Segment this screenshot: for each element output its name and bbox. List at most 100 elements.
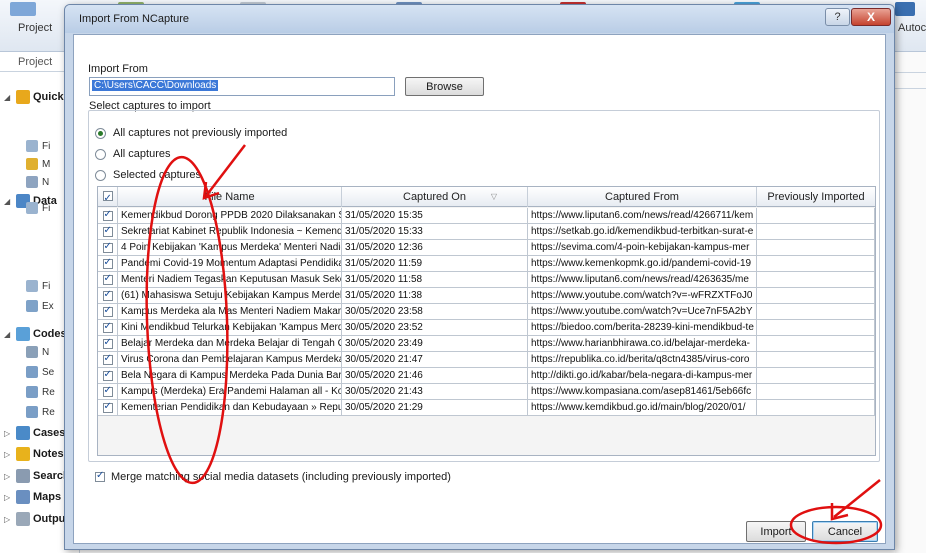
row-checkbox[interactable]	[102, 353, 113, 365]
nav-subitem[interactable]: N	[26, 174, 49, 190]
nav-item-6[interactable]: ▷ Maps	[4, 488, 61, 506]
table-row[interactable]: Pandemi Covid-19 Momentum Adaptasi Pendi…	[98, 256, 875, 272]
table-row[interactable]: Sekretariat Kabinet Republik Indonesia ~…	[98, 224, 875, 240]
row-checkbox-cell[interactable]	[98, 272, 118, 288]
row-checkbox-cell[interactable]	[98, 400, 118, 416]
import-button[interactable]: Import	[746, 521, 806, 542]
merge-checkbox[interactable]	[95, 470, 105, 482]
collapsed-icon[interactable]: ▷	[4, 493, 13, 502]
table-row[interactable]: 4 Poin Kebijakan 'Kampus Merdeka' Menter…	[98, 240, 875, 256]
nav-subitem[interactable]: Re	[26, 404, 55, 420]
table-row[interactable]: Kini Mendikbud Telurkan Kebijakan 'Kampu…	[98, 320, 875, 336]
nav-subitem-label: M	[42, 158, 51, 170]
table-row[interactable]: Kampus Merdeka ala Mas Menteri Nadiem Ma…	[98, 304, 875, 320]
table-row[interactable]: Bela Negara di Kampus Merdeka Pada Dunia…	[98, 368, 875, 384]
merge-datasets-option[interactable]: Merge matching social media datasets (in…	[95, 470, 451, 483]
row-checkbox-cell[interactable]	[98, 352, 118, 368]
folder-icon	[16, 447, 30, 461]
help-button[interactable]: ?	[825, 8, 850, 26]
cell-prev	[757, 384, 875, 400]
collapsed-icon[interactable]: ▷	[4, 429, 13, 438]
radio-button[interactable]	[95, 127, 106, 139]
expanded-icon[interactable]: ◢	[4, 330, 13, 339]
row-checkbox[interactable]	[102, 321, 113, 333]
radio-not-previously-imported[interactable]: All captures not previously imported	[95, 127, 287, 139]
collapsed-icon[interactable]: ▷	[4, 515, 13, 524]
row-checkbox-cell[interactable]	[98, 320, 118, 336]
row-checkbox[interactable]	[102, 369, 113, 381]
row-checkbox[interactable]	[102, 305, 113, 317]
table-row[interactable]: Kampus (Merdeka) Era Pandemi Halaman all…	[98, 384, 875, 400]
row-checkbox-cell[interactable]	[98, 240, 118, 256]
close-button[interactable]: X	[851, 8, 891, 26]
table-row[interactable]: Virus Corona dan Pembelajaran Kampus Mer…	[98, 352, 875, 368]
row-checkbox-cell[interactable]	[98, 288, 118, 304]
dialog-titlebar[interactable]: Import From NCapture ? X	[65, 5, 894, 33]
row-checkbox[interactable]	[102, 401, 113, 413]
radio-all-captures[interactable]: All captures	[95, 148, 170, 160]
collapsed-icon[interactable]: ▷	[4, 450, 13, 459]
row-checkbox-cell[interactable]	[98, 368, 118, 384]
tab-project[interactable]: Project	[18, 22, 52, 34]
radio-button[interactable]	[95, 148, 106, 160]
row-checkbox[interactable]	[102, 257, 113, 269]
nav-subitem[interactable]: Fi	[26, 138, 50, 154]
nav-subitem-label: Se	[42, 366, 55, 378]
nav-subitem[interactable]: M	[26, 156, 50, 172]
row-checkbox[interactable]	[102, 289, 113, 301]
radio-label: All captures not previously imported	[113, 127, 288, 139]
nav-subitem[interactable]: Re	[26, 384, 55, 400]
node-icon	[26, 176, 38, 188]
browse-button[interactable]: Browse	[405, 77, 484, 96]
ribbon-icon[interactable]	[895, 2, 915, 16]
cell-prev	[757, 368, 875, 384]
collapsed-icon[interactable]: ▷	[4, 472, 13, 481]
column-header-previously-imported[interactable]: Previously Imported	[757, 187, 875, 207]
ribbon-icon[interactable]	[10, 2, 36, 16]
nav-item-3[interactable]: ▷ Cases	[4, 424, 65, 442]
table-row[interactable]: Belajar Merdeka dan Merdeka Belajar di T…	[98, 336, 875, 352]
header-select-all[interactable]	[98, 187, 118, 209]
table-row[interactable]: Menteri Nadiem Tegaskan Keputusan Masuk …	[98, 272, 875, 288]
nav-item-7[interactable]: ▷ Output	[4, 510, 69, 528]
column-header-captured-on[interactable]: Captured On ▽	[342, 187, 528, 207]
radio-selected-captures[interactable]: Selected captures	[95, 169, 201, 181]
cell-name: Kampus Merdeka ala Mas Menteri Nadiem Ma…	[118, 304, 342, 320]
row-checkbox[interactable]	[102, 209, 113, 221]
table-row[interactable]: Kemendikbud Dorong PPDB 2020 Dilaksanaka…	[98, 208, 875, 224]
nav-subitem[interactable]: N	[26, 344, 49, 360]
expanded-icon[interactable]: ◢	[4, 197, 13, 206]
row-checkbox[interactable]	[102, 273, 113, 285]
table-row[interactable]: (61) Mahasiswa Setuju Kebijakan Kampus M…	[98, 288, 875, 304]
row-checkbox-cell[interactable]	[98, 336, 118, 352]
nav-item-2[interactable]: ◢ Codes	[4, 325, 67, 343]
row-checkbox[interactable]	[102, 225, 113, 237]
row-checkbox[interactable]	[102, 385, 113, 397]
row-checkbox-cell[interactable]	[98, 208, 118, 224]
expanded-icon[interactable]: ◢	[4, 93, 13, 102]
nav-item-label: Codes	[33, 328, 67, 340]
nav-item-0[interactable]: ◢ Quick	[4, 88, 64, 106]
nav-subitem[interactable]: Fi	[26, 200, 50, 216]
select-all-checkbox[interactable]	[102, 189, 113, 209]
tab-autocode[interactable]: Autocode	[898, 22, 926, 34]
cancel-button[interactable]: Cancel	[812, 521, 878, 542]
nav-subitem[interactable]: Fi	[26, 278, 50, 294]
row-checkbox[interactable]	[102, 241, 113, 253]
column-header-file-name[interactable]: File Name	[118, 187, 342, 207]
radio-button[interactable]	[95, 169, 106, 181]
nav-subitem[interactable]: Ex	[26, 298, 54, 314]
nav-subitem[interactable]: Se	[26, 364, 54, 380]
column-header-captured-from[interactable]: Captured From	[528, 187, 757, 207]
row-checkbox[interactable]	[102, 337, 113, 349]
nav-item-5[interactable]: ▷ Search	[4, 467, 70, 485]
table-row[interactable]: Kementerian Pendidikan dan Kebudayaan » …	[98, 400, 875, 416]
row-checkbox-cell[interactable]	[98, 224, 118, 240]
nav-item-4[interactable]: ▷ Notes	[4, 445, 64, 463]
row-checkbox-cell[interactable]	[98, 256, 118, 272]
nav-item-label: Notes	[33, 448, 64, 460]
row-checkbox-cell[interactable]	[98, 304, 118, 320]
row-checkbox-cell[interactable]	[98, 384, 118, 400]
import-path-input[interactable]: C:\Users\CACC\Downloads	[89, 77, 395, 96]
cell-name: Belajar Merdeka dan Merdeka Belajar di T…	[118, 336, 342, 352]
